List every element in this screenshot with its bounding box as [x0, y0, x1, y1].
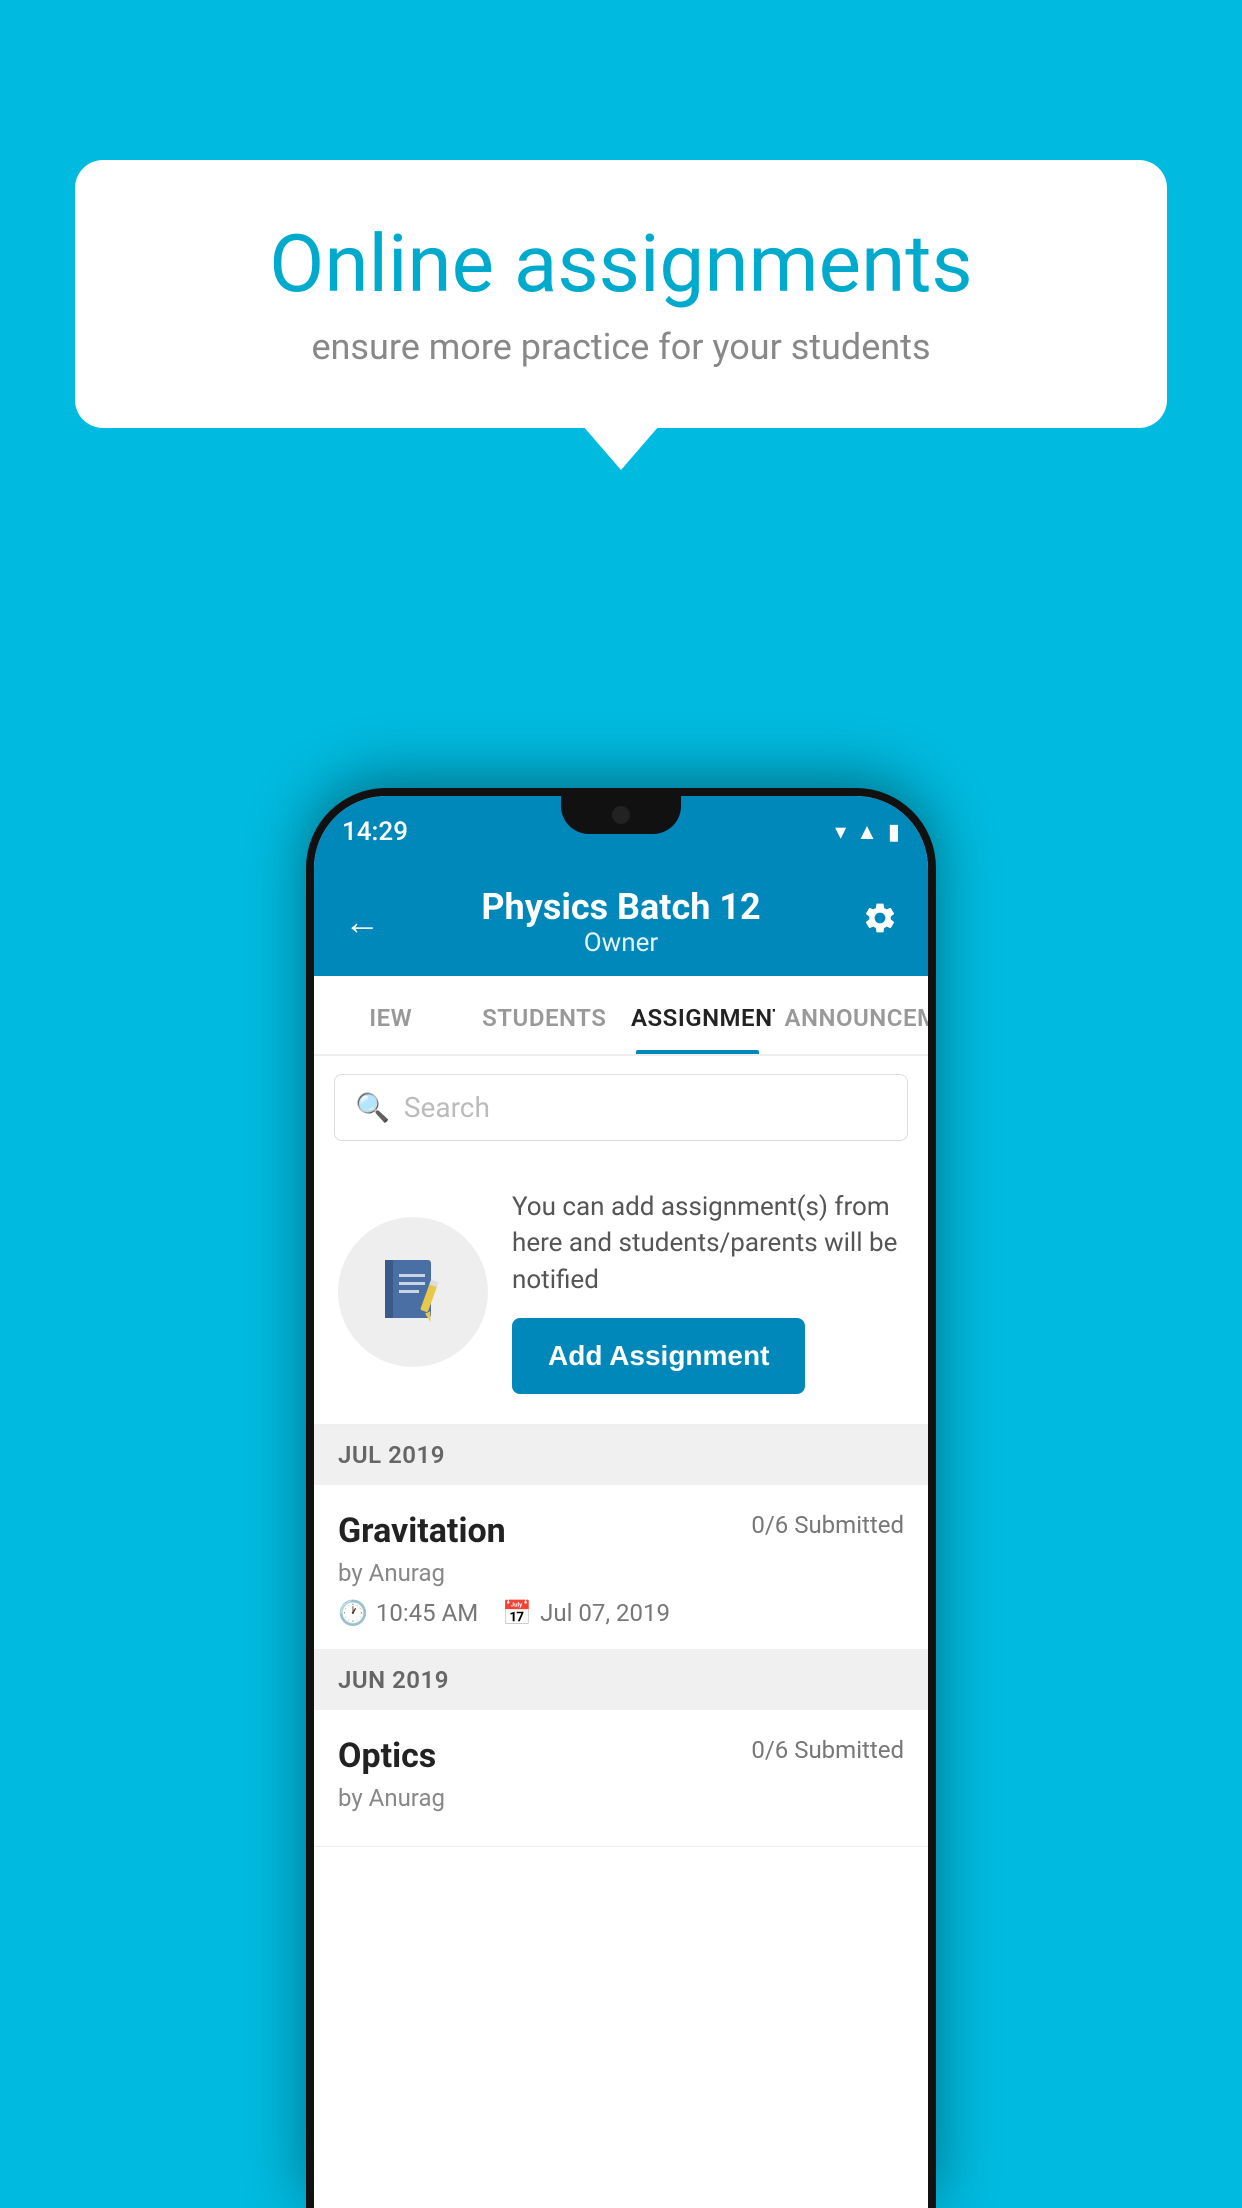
speech-bubble: Online assignments ensure more practice … — [75, 160, 1167, 428]
time-value: 10:45 AM — [376, 1599, 478, 1627]
assignment-icon-circle — [338, 1217, 488, 1367]
promo-card: You can add assignment(s) from here and … — [314, 1159, 928, 1425]
clock-icon: 🕐 — [338, 1599, 368, 1627]
assignment-row-top: Gravitation 0/6 Submitted — [338, 1511, 904, 1551]
assignment-row-top: Optics 0/6 Submitted — [338, 1736, 904, 1776]
assignment-by: by Anurag — [338, 1784, 904, 1812]
section-header-jul: JUL 2019 — [314, 1425, 928, 1485]
header-center: Physics Batch 12 Owner — [481, 886, 760, 958]
phone-screen: 14:29 ▾ ▲ ▮ ← Physics Batch 12 Owner — [314, 796, 928, 2208]
promo-text-area: You can add assignment(s) from here and … — [512, 1189, 904, 1394]
tab-assignments[interactable]: ASSIGNMENTS — [621, 976, 775, 1054]
search-bar[interactable]: 🔍 Search — [334, 1074, 908, 1141]
battery-icon: ▮ — [888, 820, 900, 845]
header-title: Physics Batch 12 — [481, 886, 760, 928]
status-icons: ▾ ▲ ▮ — [835, 819, 900, 845]
assignment-submitted: 0/6 Submitted — [751, 1736, 904, 1764]
assignment-submitted: 0/6 Submitted — [751, 1511, 904, 1539]
calendar-icon: 📅 — [502, 1599, 532, 1627]
assignment-date: 📅 Jul 07, 2019 — [502, 1599, 670, 1627]
assignment-meta: 🕐 10:45 AM 📅 Jul 07, 2019 — [338, 1599, 904, 1627]
tab-students[interactable]: STUDENTS — [468, 976, 622, 1054]
assignment-name: Gravitation — [338, 1511, 506, 1551]
search-input[interactable]: Search — [404, 1091, 490, 1124]
add-assignment-button[interactable]: Add Assignment — [512, 1318, 805, 1394]
camera — [612, 806, 630, 824]
back-button[interactable]: ← — [344, 901, 380, 943]
speech-bubble-container: Online assignments ensure more practice … — [75, 160, 1167, 428]
status-time: 14:29 — [342, 817, 408, 847]
wifi-icon: ▾ — [835, 820, 846, 845]
phone-frame: 14:29 ▾ ▲ ▮ ← Physics Batch 12 Owner — [306, 788, 936, 2208]
tab-iew[interactable]: IEW — [314, 976, 468, 1054]
assignment-time: 🕐 10:45 AM — [338, 1599, 478, 1627]
assignment-by: by Anurag — [338, 1559, 904, 1587]
header-subtitle: Owner — [481, 928, 760, 958]
bubble-title: Online assignments — [145, 220, 1097, 308]
section-header-jun: JUN 2019 — [314, 1650, 928, 1710]
search-icon: 🔍 — [355, 1091, 390, 1124]
date-value: Jul 07, 2019 — [540, 1599, 670, 1627]
assignment-name: Optics — [338, 1736, 436, 1776]
status-bar: 14:29 ▾ ▲ ▮ — [314, 796, 928, 868]
notch — [561, 796, 681, 834]
promo-description: You can add assignment(s) from here and … — [512, 1189, 904, 1298]
bubble-subtitle: ensure more practice for your students — [145, 326, 1097, 368]
tabs-container: IEW STUDENTS ASSIGNMENTS ANNOUNCEM… — [314, 976, 928, 1056]
table-row[interactable]: Optics 0/6 Submitted by Anurag — [314, 1710, 928, 1847]
signal-icon: ▲ — [856, 819, 878, 845]
settings-icon[interactable] — [862, 900, 898, 945]
search-container: 🔍 Search — [314, 1056, 928, 1159]
app-header: ← Physics Batch 12 Owner — [314, 868, 928, 976]
table-row[interactable]: Gravitation 0/6 Submitted by Anurag 🕐 10… — [314, 1485, 928, 1650]
tab-announcements[interactable]: ANNOUNCEM… — [775, 976, 929, 1054]
phone-content: 🔍 Search — [314, 1056, 928, 1847]
